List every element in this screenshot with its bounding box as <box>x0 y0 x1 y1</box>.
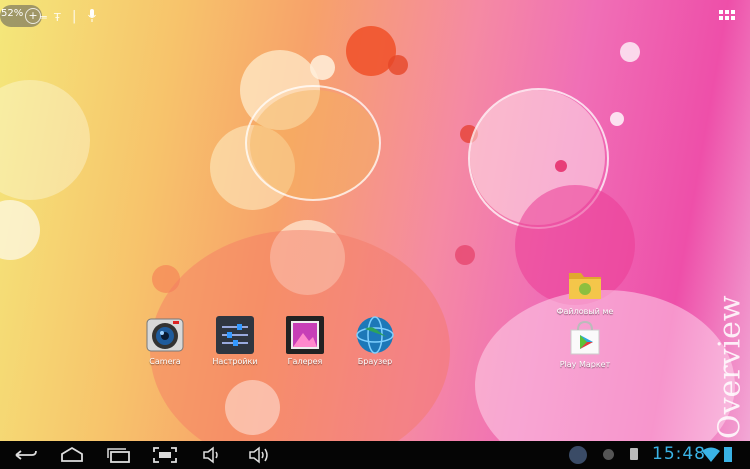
gallery-icon <box>285 315 325 355</box>
wifi-icon <box>702 447 720 467</box>
clock: 15:48 <box>652 444 706 464</box>
app-browser[interactable]: Браузер <box>340 315 410 366</box>
app-gallery[interactable]: Галерея <box>270 315 340 366</box>
recents-icon <box>107 448 130 463</box>
screenshot-button[interactable] <box>150 445 180 465</box>
divider-icon: | <box>72 9 77 24</box>
app-label: Браузер <box>357 357 393 366</box>
all-apps-icon <box>719 10 735 20</box>
debug-icon: Ŧ <box>54 11 61 24</box>
back-button[interactable] <box>10 445 40 465</box>
navigation-bar: 15:48 <box>0 441 750 469</box>
app-play-store[interactable]: Play Маркет <box>550 318 620 369</box>
app-label: Файловый ме <box>556 307 614 316</box>
volume-up-button[interactable] <box>244 445 274 465</box>
game-controller-icon[interactable] <box>569 446 587 464</box>
wallpaper <box>0 0 750 441</box>
browser-icon <box>355 315 395 355</box>
camera-icon <box>145 315 185 355</box>
screenshot-icon <box>153 447 177 463</box>
volume-up-icon <box>249 446 268 464</box>
back-icon <box>15 450 37 460</box>
app-settings[interactable]: Настройки <box>200 315 270 366</box>
status-area: 52% + ═ Ŧ | <box>0 4 112 28</box>
app-label: Настройки <box>212 357 258 366</box>
app-label: Play Маркет <box>559 360 611 369</box>
battery-icon <box>724 447 732 462</box>
usb-icon: ═ <box>40 11 47 24</box>
app-file-manager[interactable]: Файловый ме <box>550 265 620 316</box>
settings-icon <box>215 315 255 355</box>
mic-icon[interactable] <box>88 9 96 26</box>
all-apps-button[interactable] <box>719 10 735 26</box>
home-button[interactable] <box>57 445 87 465</box>
file-manager-icon <box>565 265 605 305</box>
app-camera[interactable]: Camera <box>130 315 200 366</box>
notification-dot-icon <box>603 449 614 460</box>
plus-circle-icon[interactable]: + <box>25 8 41 24</box>
volume-down-button[interactable] <box>198 445 228 465</box>
volume-down-icon <box>203 446 218 464</box>
home-icon <box>61 446 83 462</box>
battery-percentage: 52% <box>1 8 24 19</box>
sd-card-icon <box>630 448 638 460</box>
play-store-icon <box>565 318 605 358</box>
recents-button[interactable] <box>104 445 134 465</box>
watermark-text: Overview <box>713 295 748 439</box>
app-label: Camera <box>149 357 181 366</box>
app-label: Галерея <box>287 357 323 366</box>
